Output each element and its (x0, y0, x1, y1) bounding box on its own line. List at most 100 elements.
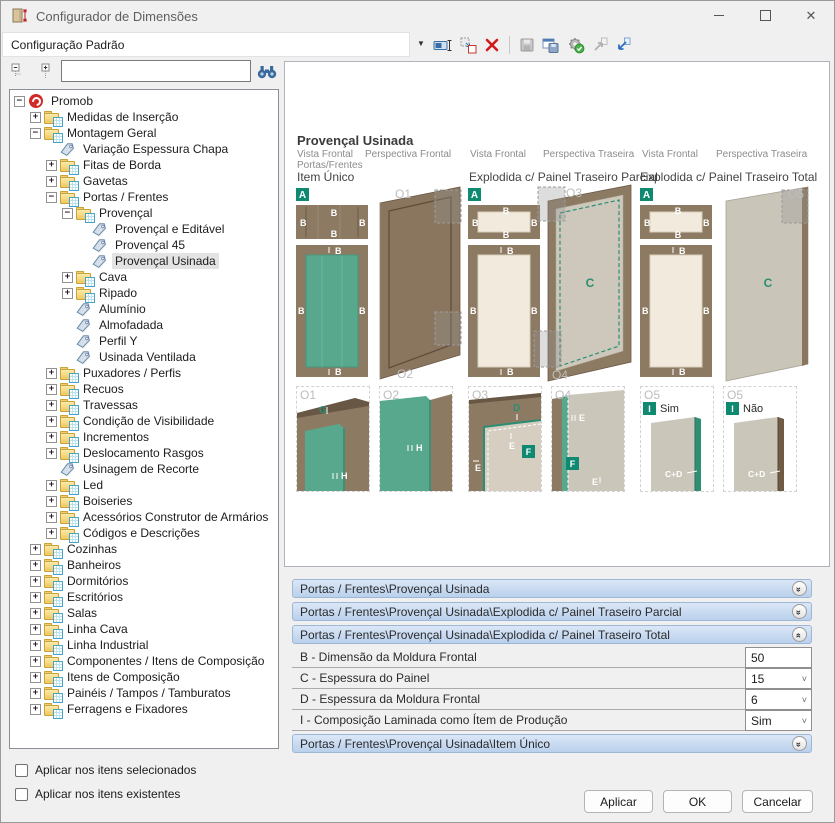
expand-node-box[interactable]: + (62, 288, 73, 299)
apply-selected-checkbox[interactable] (15, 764, 28, 777)
section-header[interactable]: Portas / Frentes\Provençal Usinada\Explo… (292, 602, 812, 621)
import-icon[interactable] (592, 37, 608, 53)
tree-item[interactable]: Variação Espessura Chapa (10, 141, 278, 157)
tree-item[interactable]: +Cava (10, 269, 278, 285)
collapse-section-icon[interactable]: « (792, 627, 807, 642)
maximize-button[interactable] (742, 1, 788, 30)
expand-node-box[interactable]: + (30, 640, 41, 651)
tree-item[interactable]: +Ripado (10, 285, 278, 301)
expand-node-box[interactable]: + (46, 384, 57, 395)
expand-node-box[interactable]: + (46, 512, 57, 523)
expand-node-box[interactable]: + (30, 672, 41, 683)
delete-icon[interactable] (484, 37, 500, 53)
tree-item[interactable]: Perfil Y (10, 333, 278, 349)
expand-all-icon[interactable] (38, 63, 54, 82)
expand-section-icon[interactable]: » (792, 604, 807, 619)
expand-node-box[interactable]: + (46, 480, 57, 491)
preset-combobox[interactable]: Configuração Padrão (2, 32, 410, 57)
tree-item[interactable]: +Painéis / Tampos / Tamburatos (10, 685, 278, 701)
expand-node-box[interactable]: + (62, 272, 73, 283)
section-header[interactable]: Portas / Frentes\Provençal Usinada\Explo… (292, 625, 812, 644)
tree-item[interactable]: +Gavetas (10, 173, 278, 189)
ok-button[interactable]: OK (663, 790, 732, 813)
tree-item[interactable]: +Boiseries (10, 493, 278, 509)
apply-check-gear-icon[interactable] (567, 37, 585, 54)
expand-node-box[interactable]: + (30, 576, 41, 587)
tree-item[interactable]: +Salas (10, 605, 278, 621)
expand-node-box[interactable]: + (30, 544, 41, 555)
apply-existing-checkbox[interactable] (15, 788, 28, 801)
param-value-select[interactable]: 15˅ (745, 668, 812, 689)
expand-node-box[interactable]: + (30, 592, 41, 603)
save-icon[interactable] (519, 37, 535, 53)
tree-item[interactable]: +Ferragens e Fixadores (10, 701, 278, 717)
tree-item[interactable]: Alumínio (10, 301, 278, 317)
tree-item[interactable]: Provençal Usinada (10, 253, 278, 269)
tree-item[interactable]: −Promob (10, 93, 278, 109)
expand-node-box[interactable]: + (46, 416, 57, 427)
tree-item[interactable]: Almofadada (10, 317, 278, 333)
collapse-node-box[interactable]: − (30, 128, 41, 139)
collapse-node-box[interactable]: − (46, 192, 57, 203)
tree-item[interactable]: +Recuos (10, 381, 278, 397)
apply-button[interactable]: Aplicar (584, 790, 653, 813)
tree-item[interactable]: +Incrementos (10, 429, 278, 445)
expand-node-box[interactable]: + (46, 432, 57, 443)
tree-item[interactable]: +Deslocamento Rasgos (10, 445, 278, 461)
tree-item[interactable]: +Travessas (10, 397, 278, 413)
tree-item[interactable]: Usinada Ventilada (10, 349, 278, 365)
tree-item[interactable]: −Portas / Frentes (10, 189, 278, 205)
expand-node-box[interactable]: + (30, 608, 41, 619)
tree-item[interactable]: +Banheiros (10, 557, 278, 573)
export-icon[interactable] (615, 37, 631, 53)
expand-section-icon[interactable]: » (792, 736, 807, 751)
collapse-node-box[interactable]: − (62, 208, 73, 219)
expand-node-box[interactable]: + (30, 112, 41, 123)
minimize-button[interactable] (696, 1, 742, 30)
tree-item[interactable]: −Montagem Geral (10, 125, 278, 141)
tree-item[interactable]: −Provençal (10, 205, 278, 221)
search-input[interactable] (61, 60, 251, 82)
expand-node-box[interactable]: + (46, 528, 57, 539)
save-config-icon[interactable] (542, 37, 560, 54)
tree-item[interactable]: +Itens de Composição (10, 669, 278, 685)
tree-item[interactable]: +Componentes / Itens de Composição (10, 653, 278, 669)
expand-node-box[interactable]: + (46, 176, 57, 187)
expand-node-box[interactable]: + (30, 624, 41, 635)
tree-item[interactable]: Provençal e Editável (10, 221, 278, 237)
tree-item[interactable]: Provençal 45 (10, 237, 278, 253)
tree-item[interactable]: +Cozinhas (10, 541, 278, 557)
param-value-select[interactable]: Sim˅ (745, 710, 812, 731)
cancel-button[interactable]: Cancelar (742, 790, 813, 813)
duplicate-icon[interactable] (460, 37, 477, 54)
tree-item[interactable]: +Dormitórios (10, 573, 278, 589)
expand-node-box[interactable]: + (46, 496, 57, 507)
dropdown-arrow-icon[interactable]: ▼ (417, 39, 425, 48)
expand-node-box[interactable]: + (46, 160, 57, 171)
collapse-node-box[interactable]: − (14, 96, 25, 107)
find-binoculars-icon[interactable] (257, 64, 277, 82)
tree-item[interactable]: +Fitas de Borda (10, 157, 278, 173)
tree-item[interactable]: Usinagem de Recorte (10, 461, 278, 477)
expand-node-box[interactable]: + (30, 704, 41, 715)
section-header[interactable]: Portas / Frentes\Provençal Usinada\Item … (292, 734, 812, 753)
section-header[interactable]: Portas / Frentes\Provençal Usinada» (292, 579, 812, 598)
expand-section-icon[interactable]: » (792, 581, 807, 596)
tree-item[interactable]: +Condição de Visibilidade (10, 413, 278, 429)
rename-icon[interactable] (433, 37, 453, 53)
expand-node-box[interactable]: + (30, 688, 41, 699)
expand-node-box[interactable]: + (46, 400, 57, 411)
tree-item[interactable]: +Linha Cava (10, 621, 278, 637)
tree-item[interactable]: +Acessórios Construtor de Armários (10, 509, 278, 525)
tree-item[interactable]: +Medidas de Inserção (10, 109, 278, 125)
tree-item[interactable]: +Linha Industrial (10, 637, 278, 653)
collapse-all-icon[interactable] (11, 63, 27, 82)
expand-node-box[interactable]: + (30, 560, 41, 571)
expand-node-box[interactable]: + (46, 368, 57, 379)
expand-node-box[interactable]: + (46, 448, 57, 459)
tree-item[interactable]: +Códigos e Descrições (10, 525, 278, 541)
close-button[interactable]: ✕ (788, 1, 834, 30)
param-value-input[interactable]: 50 (745, 647, 812, 668)
tree-item[interactable]: +Led (10, 477, 278, 493)
tree-item[interactable]: +Puxadores / Perfis (10, 365, 278, 381)
